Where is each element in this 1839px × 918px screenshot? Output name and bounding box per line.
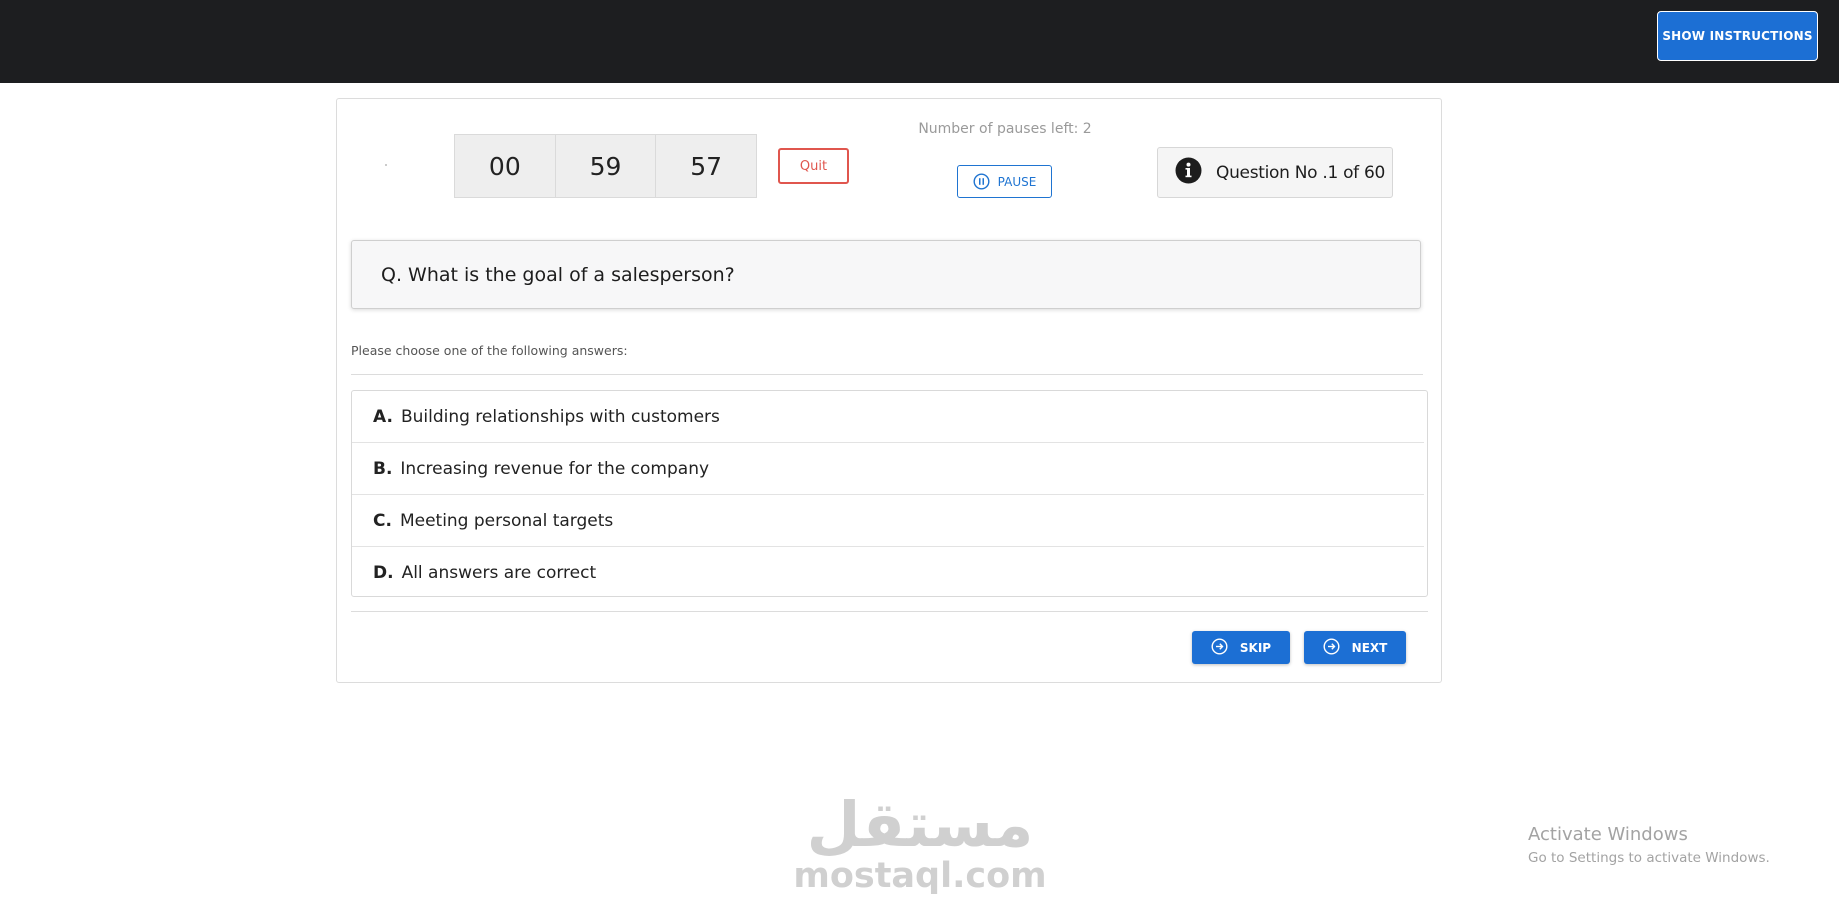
next-label: NEXT (1351, 640, 1388, 655)
answer-text: All answers are correct (401, 562, 597, 583)
watermark-latin: mostaql.com (793, 856, 1047, 896)
timer-seconds: 57 (690, 151, 723, 181)
answer-letter: D. (373, 562, 394, 583)
timer-hours: 00 (455, 135, 556, 197)
show-instructions-button[interactable]: SHOW INSTRUCTIONS (1657, 11, 1818, 61)
timer-minutes: 59 (556, 135, 657, 197)
answer-option-c[interactable]: C. Meeting personal targets (352, 495, 1424, 546)
skip-button[interactable]: SKIP (1192, 631, 1290, 664)
divider (351, 611, 1428, 612)
question-counter-label: Question No .1 of 60 (1216, 162, 1386, 183)
question-counter: Question No .1 of 60 (1157, 147, 1393, 198)
answer-text: Increasing revenue for the company (400, 458, 710, 479)
answer-text: Building relationships with customers (400, 406, 720, 427)
decorative-dot (385, 164, 387, 166)
arrow-circle-right-icon (1211, 637, 1228, 658)
skip-label: SKIP (1239, 640, 1272, 655)
answer-letter: C. (373, 510, 392, 531)
mostaql-watermark: مستقل mostaql.com (790, 790, 1050, 910)
answer-letter: B. (373, 458, 393, 479)
watermark-arabic: مستقل (806, 788, 1034, 861)
activate-windows-notice: Activate Windows Go to Settings to activ… (1528, 824, 1770, 866)
quit-button[interactable]: Quit (778, 148, 849, 184)
activate-windows-title: Activate Windows (1528, 824, 1688, 845)
answer-text: Meeting personal targets (399, 510, 614, 531)
answer-option-a[interactable]: A. Building relationships with customers (352, 391, 1424, 442)
activate-windows-subtitle: Go to Settings to activate Windows. (1528, 850, 1770, 866)
answer-list: A. Building relationships with customers… (351, 390, 1428, 597)
top-bar: SHOW INSTRUCTIONS (0, 0, 1839, 83)
divider (351, 374, 1423, 375)
pause-icon (973, 173, 990, 190)
answer-option-b[interactable]: B. Increasing revenue for the company (352, 443, 1424, 494)
countdown-timer: 00 59 57 (454, 134, 757, 198)
pause-label: PAUSE (997, 174, 1037, 189)
pauses-left-text: Number of pauses left: 2 (918, 121, 1092, 137)
pause-button[interactable]: PAUSE (957, 165, 1052, 198)
answer-option-d[interactable]: D. All answers are correct (352, 547, 1424, 598)
answer-instruction: Please choose one of the following answe… (351, 343, 628, 358)
question-text: Q. What is the goal of a salesperson? (351, 240, 1421, 309)
answer-letter: A. (373, 406, 393, 427)
arrow-circle-right-icon (1323, 637, 1340, 658)
next-button[interactable]: NEXT (1304, 631, 1406, 664)
info-icon (1175, 157, 1202, 189)
